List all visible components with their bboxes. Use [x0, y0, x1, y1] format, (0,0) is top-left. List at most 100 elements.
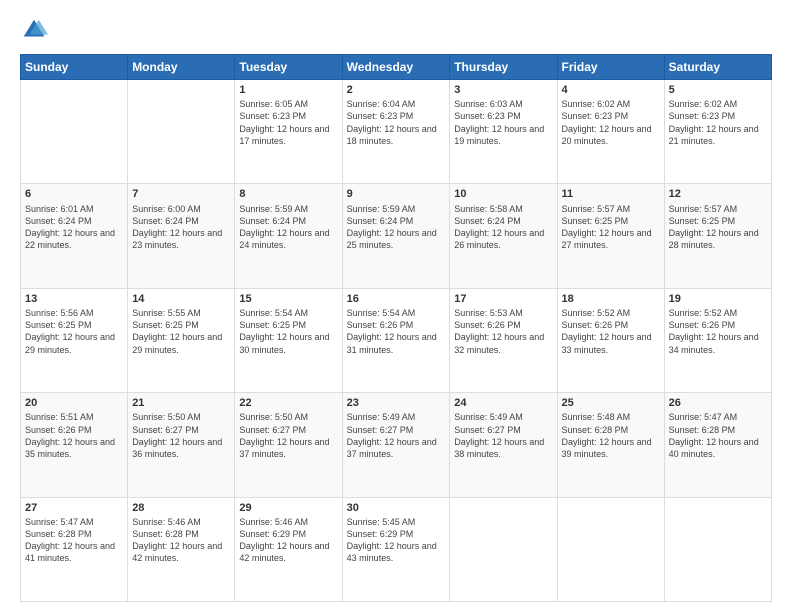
calendar-cell: 27Sunrise: 5:47 AM Sunset: 6:28 PM Dayli…: [21, 497, 128, 601]
calendar-cell: [557, 497, 664, 601]
day-number: 10: [454, 187, 552, 201]
day-number: 5: [669, 83, 767, 97]
calendar-cell: 10 Sunrise: 5:58 AM Sunset: 6:24 PM Dayli…: [450, 184, 557, 288]
day-info: Sunrise: 5:46 AM Sunset: 6:28 PM Dayligh…: [132, 516, 230, 565]
calendar-cell: 5Sunrise: 6:02 AM Sunset: 6:23 PM Daylig…: [664, 80, 771, 184]
day-number: 27: [25, 501, 123, 515]
calendar-header-row: SundayMondayTuesdayWednesdayThursdayFrid…: [21, 55, 772, 80]
day-info: Sunrise: 5:58 AM Sunset: 6:24 PM Dayligh…: [454, 203, 552, 252]
weekday-header-sunday: Sunday: [21, 55, 128, 80]
day-number: 15: [239, 292, 337, 306]
day-info: Sunrise: 5:49 AM Sunset: 6:27 PM Dayligh…: [454, 411, 552, 460]
day-info: Sunrise: 5:53 AM Sunset: 6:26 PM Dayligh…: [454, 307, 552, 356]
day-info: Sunrise: 5:51 AM Sunset: 6:26 PM Dayligh…: [25, 411, 123, 460]
day-number: 30: [347, 501, 446, 515]
day-info: Sunrise: 5:48 AM Sunset: 6:28 PM Dayligh…: [562, 411, 660, 460]
calendar-table: SundayMondayTuesdayWednesdayThursdayFrid…: [20, 54, 772, 602]
calendar-cell: 9 Sunrise: 5:59 AM Sunset: 6:24 PM Daylig…: [342, 184, 450, 288]
day-info: Sunrise: 6:05 AM Sunset: 6:23 PM Dayligh…: [239, 98, 337, 147]
calendar-cell: 21Sunrise: 5:50 AM Sunset: 6:27 PM Dayli…: [128, 393, 235, 497]
calendar-cell: 4Sunrise: 6:02 AM Sunset: 6:23 PM Daylig…: [557, 80, 664, 184]
calendar-week-row: 1Sunrise: 6:05 AM Sunset: 6:23 PM Daylig…: [21, 80, 772, 184]
calendar-cell: 22Sunrise: 5:50 AM Sunset: 6:27 PM Dayli…: [235, 393, 342, 497]
calendar-cell: 17Sunrise: 5:53 AM Sunset: 6:26 PM Dayli…: [450, 288, 557, 392]
calendar-cell: 16Sunrise: 5:54 AM Sunset: 6:26 PM Dayli…: [342, 288, 450, 392]
day-info: Sunrise: 6:03 AM Sunset: 6:23 PM Dayligh…: [454, 98, 552, 147]
day-info: Sunrise: 6:01 AM Sunset: 6:24 PM Dayligh…: [25, 203, 123, 252]
calendar-cell: [450, 497, 557, 601]
day-number: 6: [25, 187, 123, 201]
day-info: Sunrise: 5:50 AM Sunset: 6:27 PM Dayligh…: [239, 411, 337, 460]
day-info: Sunrise: 5:57 AM Sunset: 6:25 PM Dayligh…: [669, 203, 767, 252]
calendar-cell: 28Sunrise: 5:46 AM Sunset: 6:28 PM Dayli…: [128, 497, 235, 601]
day-number: 25: [562, 396, 660, 410]
calendar-week-row: 6 Sunrise: 6:01 AM Sunset: 6:24 PM Daylig…: [21, 184, 772, 288]
day-info: Sunrise: 6:04 AM Sunset: 6:23 PM Dayligh…: [347, 98, 446, 147]
day-info: Sunrise: 5:47 AM Sunset: 6:28 PM Dayligh…: [25, 516, 123, 565]
calendar-cell: 14Sunrise: 5:55 AM Sunset: 6:25 PM Dayli…: [128, 288, 235, 392]
day-number: 18: [562, 292, 660, 306]
day-number: 19: [669, 292, 767, 306]
day-info: Sunrise: 5:56 AM Sunset: 6:25 PM Dayligh…: [25, 307, 123, 356]
day-number: 9: [347, 187, 446, 201]
day-info: Sunrise: 6:02 AM Sunset: 6:23 PM Dayligh…: [669, 98, 767, 147]
calendar-cell: 25Sunrise: 5:48 AM Sunset: 6:28 PM Dayli…: [557, 393, 664, 497]
calendar-cell: 13Sunrise: 5:56 AM Sunset: 6:25 PM Dayli…: [21, 288, 128, 392]
day-number: 29: [239, 501, 337, 515]
day-number: 13: [25, 292, 123, 306]
calendar-cell: 7 Sunrise: 6:00 AM Sunset: 6:24 PM Daylig…: [128, 184, 235, 288]
day-info: Sunrise: 5:45 AM Sunset: 6:29 PM Dayligh…: [347, 516, 446, 565]
calendar-cell: 11 Sunrise: 5:57 AM Sunset: 6:25 PM Dayli…: [557, 184, 664, 288]
day-info: Sunrise: 5:54 AM Sunset: 6:26 PM Dayligh…: [347, 307, 446, 356]
day-info: Sunrise: 5:59 AM Sunset: 6:24 PM Dayligh…: [347, 203, 446, 252]
calendar-cell: 3Sunrise: 6:03 AM Sunset: 6:23 PM Daylig…: [450, 80, 557, 184]
calendar-cell: 29Sunrise: 5:46 AM Sunset: 6:29 PM Dayli…: [235, 497, 342, 601]
calendar-cell: 18Sunrise: 5:52 AM Sunset: 6:26 PM Dayli…: [557, 288, 664, 392]
weekday-header-friday: Friday: [557, 55, 664, 80]
weekday-header-thursday: Thursday: [450, 55, 557, 80]
calendar-cell: 6 Sunrise: 6:01 AM Sunset: 6:24 PM Daylig…: [21, 184, 128, 288]
calendar-cell: 23Sunrise: 5:49 AM Sunset: 6:27 PM Dayli…: [342, 393, 450, 497]
day-info: Sunrise: 5:50 AM Sunset: 6:27 PM Dayligh…: [132, 411, 230, 460]
day-number: 24: [454, 396, 552, 410]
day-number: 23: [347, 396, 446, 410]
day-info: Sunrise: 5:52 AM Sunset: 6:26 PM Dayligh…: [562, 307, 660, 356]
calendar-cell: [21, 80, 128, 184]
day-info: Sunrise: 6:00 AM Sunset: 6:24 PM Dayligh…: [132, 203, 230, 252]
day-number: 4: [562, 83, 660, 97]
calendar-cell: 24Sunrise: 5:49 AM Sunset: 6:27 PM Dayli…: [450, 393, 557, 497]
day-info: Sunrise: 5:46 AM Sunset: 6:29 PM Dayligh…: [239, 516, 337, 565]
calendar-cell: 12 Sunrise: 5:57 AM Sunset: 6:25 PM Dayli…: [664, 184, 771, 288]
day-number: 17: [454, 292, 552, 306]
day-number: 26: [669, 396, 767, 410]
calendar-cell: 26Sunrise: 5:47 AM Sunset: 6:28 PM Dayli…: [664, 393, 771, 497]
day-info: Sunrise: 5:57 AM Sunset: 6:25 PM Dayligh…: [562, 203, 660, 252]
day-number: 16: [347, 292, 446, 306]
calendar-cell: 20Sunrise: 5:51 AM Sunset: 6:26 PM Dayli…: [21, 393, 128, 497]
calendar-week-row: 13Sunrise: 5:56 AM Sunset: 6:25 PM Dayli…: [21, 288, 772, 392]
day-number: 12: [669, 187, 767, 201]
logo-icon: [20, 16, 48, 44]
calendar-week-row: 27Sunrise: 5:47 AM Sunset: 6:28 PM Dayli…: [21, 497, 772, 601]
day-info: Sunrise: 5:47 AM Sunset: 6:28 PM Dayligh…: [669, 411, 767, 460]
day-info: Sunrise: 5:55 AM Sunset: 6:25 PM Dayligh…: [132, 307, 230, 356]
weekday-header-wednesday: Wednesday: [342, 55, 450, 80]
calendar-cell: [128, 80, 235, 184]
day-number: 20: [25, 396, 123, 410]
day-number: 7: [132, 187, 230, 201]
weekday-header-saturday: Saturday: [664, 55, 771, 80]
day-info: Sunrise: 5:59 AM Sunset: 6:24 PM Dayligh…: [239, 203, 337, 252]
day-number: 28: [132, 501, 230, 515]
calendar-cell: 30Sunrise: 5:45 AM Sunset: 6:29 PM Dayli…: [342, 497, 450, 601]
weekday-header-tuesday: Tuesday: [235, 55, 342, 80]
page: SundayMondayTuesdayWednesdayThursdayFrid…: [0, 0, 792, 612]
day-number: 11: [562, 187, 660, 201]
calendar-cell: 1Sunrise: 6:05 AM Sunset: 6:23 PM Daylig…: [235, 80, 342, 184]
day-number: 22: [239, 396, 337, 410]
logo: [20, 16, 52, 44]
calendar-cell: 2Sunrise: 6:04 AM Sunset: 6:23 PM Daylig…: [342, 80, 450, 184]
calendar-cell: 15Sunrise: 5:54 AM Sunset: 6:25 PM Dayli…: [235, 288, 342, 392]
day-number: 3: [454, 83, 552, 97]
day-number: 21: [132, 396, 230, 410]
weekday-header-monday: Monday: [128, 55, 235, 80]
